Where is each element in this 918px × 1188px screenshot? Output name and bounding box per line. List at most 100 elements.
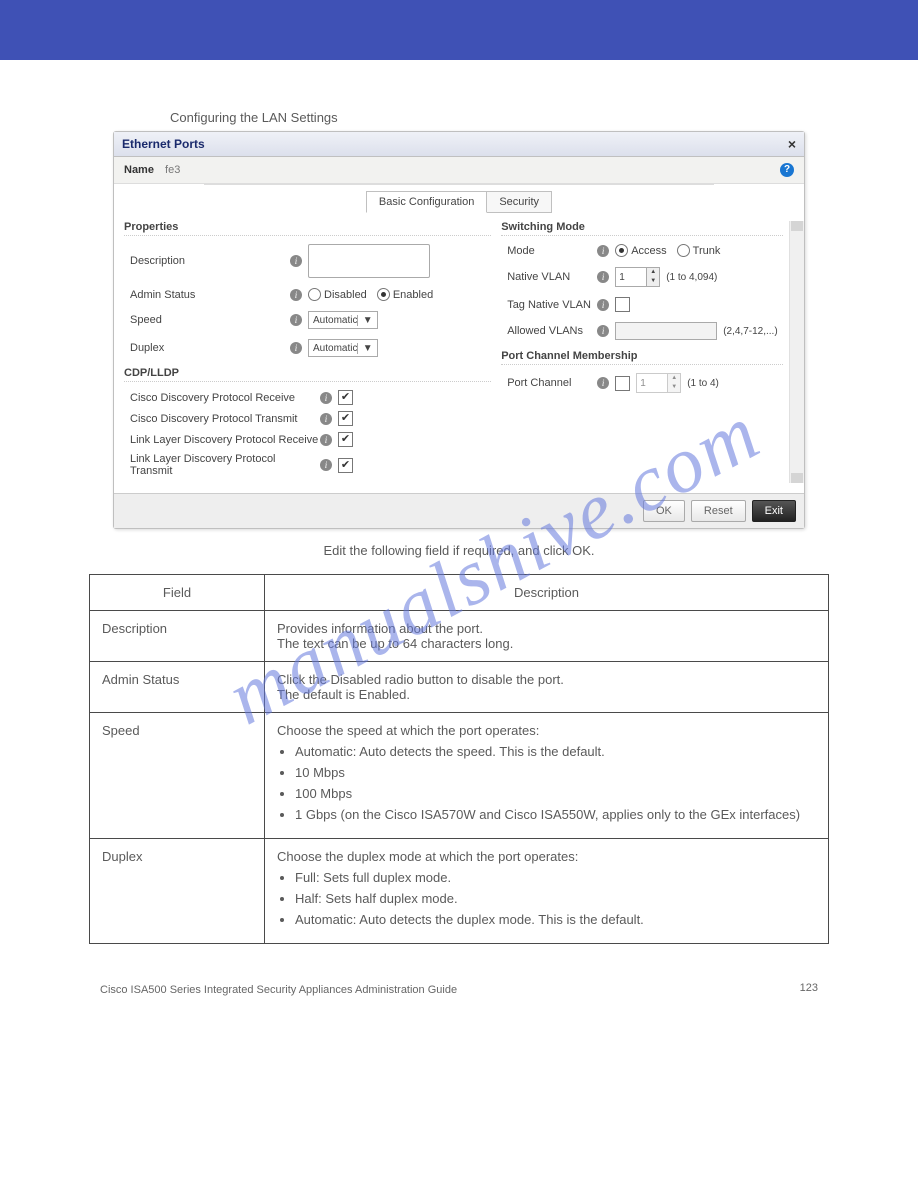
radio-icon [377, 288, 390, 301]
port-channel-heading: Port Channel Membership [501, 350, 783, 365]
section-title: Configuring the LAN Settings [170, 110, 918, 125]
native-vlan-spinner[interactable]: 1 ▲▼ [615, 267, 660, 287]
port-channel-checkbox[interactable] [615, 376, 630, 391]
info-icon[interactable]: i [597, 245, 609, 257]
info-icon[interactable]: i [597, 271, 609, 283]
radio-access-label: Access [631, 245, 666, 257]
row-tag-native: Tag Native VLAN i [501, 297, 783, 312]
cell-desc: Choose the speed at which the port opera… [265, 713, 829, 839]
name-label: Name [124, 164, 154, 176]
list-item: 10 Mbps [295, 765, 816, 780]
description-input[interactable] [308, 244, 430, 278]
native-vlan-value: 1 [616, 268, 646, 286]
info-icon[interactable]: i [320, 413, 332, 425]
chevron-down-icon: ▼ [357, 315, 373, 326]
description-label: Description [124, 255, 290, 267]
dialog-footer: OK Reset Exit [114, 493, 804, 528]
cell-field: Admin Status [90, 662, 265, 713]
row-mode: Mode i Access Trunk [501, 244, 783, 257]
tab-security[interactable]: Security [487, 191, 552, 213]
lldp-transmit-label: Link Layer Discovery Protocol Transmit [124, 453, 320, 477]
info-icon[interactable]: i [320, 459, 332, 471]
cdp-receive-label: Cisco Discovery Protocol Receive [124, 392, 320, 404]
list-item: Half: Sets half duplex mode. [295, 891, 816, 906]
allowed-vlans-label: Allowed VLANs [501, 325, 597, 337]
properties-heading: Properties [124, 221, 491, 236]
radio-access[interactable]: Access [615, 244, 666, 257]
col-header-description: Description [265, 575, 829, 611]
chevron-down-icon: ▼ [357, 343, 373, 354]
desc-line: The default is Enabled. [277, 687, 816, 702]
mode-label: Mode [501, 245, 597, 257]
radio-disabled[interactable]: Disabled [308, 288, 367, 301]
port-channel-label: Port Channel [501, 377, 597, 389]
desc-line: Provides information about the port. [277, 621, 816, 636]
lldp-receive-checkbox[interactable] [338, 432, 353, 447]
tab-basic-configuration[interactable]: Basic Configuration [366, 191, 487, 213]
lldp-transmit-checkbox[interactable] [338, 458, 353, 473]
admin-status-label: Admin Status [124, 289, 290, 301]
cell-desc: Choose the duplex mode at which the port… [265, 839, 829, 944]
tag-native-checkbox[interactable] [615, 297, 630, 312]
row-description: Description i [124, 244, 491, 278]
cdp-transmit-label: Cisco Discovery Protocol Transmit [124, 413, 320, 425]
list-item: Full: Sets full duplex mode. [295, 870, 816, 885]
allowed-vlans-hint: (2,4,7-12,...) [723, 326, 777, 337]
info-icon[interactable]: i [290, 314, 302, 326]
cdp-receive-checkbox[interactable] [338, 390, 353, 405]
spinner-up-icon[interactable]: ▲ [668, 374, 680, 383]
spinner-down-icon[interactable]: ▼ [647, 277, 659, 286]
desc-line: Choose the duplex mode at which the port… [277, 849, 816, 864]
list-item: Automatic: Auto detects the duplex mode.… [295, 912, 816, 927]
tag-native-label: Tag Native VLAN [501, 299, 597, 311]
cell-desc: Click the Disabled radio button to disab… [265, 662, 829, 713]
reset-button[interactable]: Reset [691, 500, 746, 522]
switching-heading: Switching Mode [501, 221, 783, 236]
cell-desc: Provides information about the port. The… [265, 611, 829, 662]
row-cdp-transmit: Cisco Discovery Protocol Transmit i [124, 411, 491, 426]
info-icon[interactable]: i [597, 299, 609, 311]
port-channel-range: (1 to 4) [687, 378, 719, 389]
tab-divider-top [204, 184, 714, 185]
row-lldp-transmit: Link Layer Discovery Protocol Transmit i [124, 453, 491, 477]
cell-field: Description [90, 611, 265, 662]
duplex-select[interactable]: Automatic ▼ [308, 339, 378, 357]
list-item: 100 Mbps [295, 786, 816, 801]
native-vlan-range: (1 to 4,094) [666, 272, 717, 283]
cdp-transmit-checkbox[interactable] [338, 411, 353, 426]
port-channel-spinner[interactable]: 1 ▲▼ [636, 373, 681, 393]
info-icon[interactable]: i [290, 255, 302, 267]
speed-select[interactable]: Automatic ▼ [308, 311, 378, 329]
radio-trunk[interactable]: Trunk [677, 244, 721, 257]
info-icon[interactable]: i [597, 325, 609, 337]
exit-button[interactable]: Exit [752, 500, 796, 522]
desc-line: The text can be up to 64 characters long… [277, 636, 816, 651]
info-icon[interactable]: i [597, 377, 609, 389]
desc-line: Choose the speed at which the port opera… [277, 723, 816, 738]
cell-field: Speed [90, 713, 265, 839]
radio-enabled[interactable]: Enabled [377, 288, 433, 301]
tab-bar: Basic Configuration Security [114, 191, 804, 213]
radio-icon [308, 288, 321, 301]
spinner-up-icon[interactable]: ▲ [647, 268, 659, 277]
spinner-down-icon[interactable]: ▼ [668, 383, 680, 392]
port-channel-value: 1 [637, 374, 667, 392]
row-cdp-receive: Cisco Discovery Protocol Receive i [124, 390, 491, 405]
speed-value: Automatic [313, 315, 357, 326]
vertical-scrollbar[interactable] [789, 221, 804, 483]
name-bar: Name fe3 ? [114, 157, 804, 184]
ok-button[interactable]: OK [643, 500, 685, 522]
info-icon[interactable]: i [320, 392, 332, 404]
row-duplex: Duplex i Automatic ▼ [124, 339, 491, 357]
lldp-receive-label: Link Layer Discovery Protocol Receive [124, 434, 320, 446]
info-icon[interactable]: i [290, 342, 302, 354]
info-icon[interactable]: i [320, 434, 332, 446]
list-item: Automatic: Auto detects the speed. This … [295, 744, 816, 759]
row-port-channel: Port Channel i 1 ▲▼ (1 to 4) [501, 373, 783, 393]
close-icon[interactable]: × [788, 136, 796, 152]
allowed-vlans-input[interactable] [615, 322, 717, 340]
info-icon[interactable]: i [290, 289, 302, 301]
table-caption: Edit the following field if required, an… [0, 543, 918, 558]
help-icon[interactable]: ? [780, 163, 794, 177]
field-description-table: Field Description Description Provides i… [89, 574, 829, 944]
